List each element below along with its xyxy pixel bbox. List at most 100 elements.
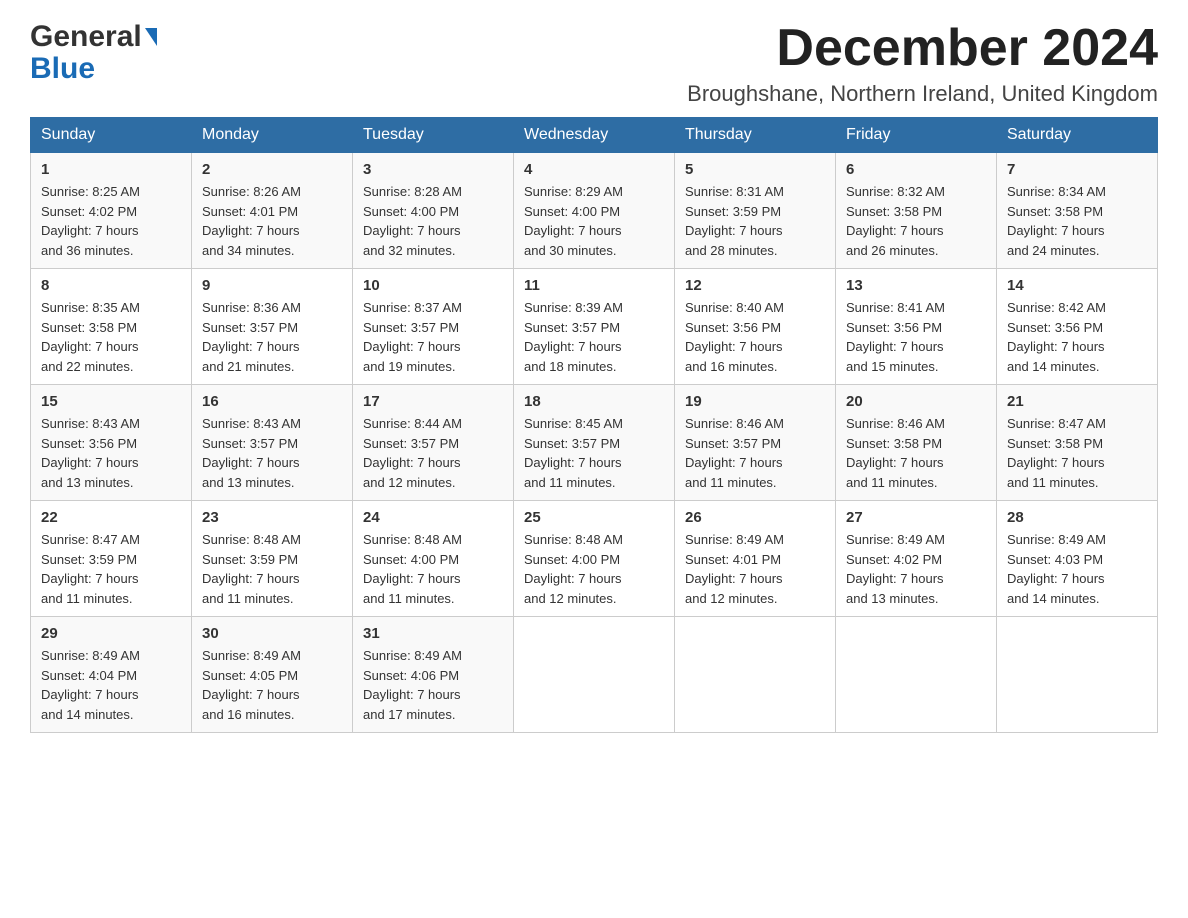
day-info: Sunrise: 8:45 AM Sunset: 3:57 PM Dayligh… xyxy=(524,414,664,492)
day-number: 31 xyxy=(363,625,503,642)
calendar-cell: 14 Sunrise: 8:42 AM Sunset: 3:56 PM Dayl… xyxy=(997,269,1158,385)
location-title: Broughshane, Northern Ireland, United Ki… xyxy=(687,81,1158,107)
calendar-cell: 23 Sunrise: 8:48 AM Sunset: 3:59 PM Dayl… xyxy=(192,501,353,617)
day-number: 20 xyxy=(846,393,986,410)
calendar-cell: 31 Sunrise: 8:49 AM Sunset: 4:06 PM Dayl… xyxy=(353,617,514,733)
calendar-cell: 6 Sunrise: 8:32 AM Sunset: 3:58 PM Dayli… xyxy=(836,153,997,269)
day-number: 8 xyxy=(41,277,181,294)
day-number: 17 xyxy=(363,393,503,410)
day-number: 16 xyxy=(202,393,342,410)
day-info: Sunrise: 8:49 AM Sunset: 4:03 PM Dayligh… xyxy=(1007,530,1147,608)
day-info: Sunrise: 8:46 AM Sunset: 3:57 PM Dayligh… xyxy=(685,414,825,492)
calendar-cell: 4 Sunrise: 8:29 AM Sunset: 4:00 PM Dayli… xyxy=(514,153,675,269)
day-info: Sunrise: 8:31 AM Sunset: 3:59 PM Dayligh… xyxy=(685,182,825,260)
day-info: Sunrise: 8:49 AM Sunset: 4:02 PM Dayligh… xyxy=(846,530,986,608)
day-number: 4 xyxy=(524,161,664,178)
calendar-week-row: 22 Sunrise: 8:47 AM Sunset: 3:59 PM Dayl… xyxy=(31,501,1158,617)
day-info: Sunrise: 8:44 AM Sunset: 3:57 PM Dayligh… xyxy=(363,414,503,492)
day-number: 21 xyxy=(1007,393,1147,410)
day-info: Sunrise: 8:48 AM Sunset: 3:59 PM Dayligh… xyxy=(202,530,342,608)
day-number: 19 xyxy=(685,393,825,410)
day-info: Sunrise: 8:47 AM Sunset: 3:59 PM Dayligh… xyxy=(41,530,181,608)
day-number: 13 xyxy=(846,277,986,294)
day-number: 11 xyxy=(524,277,664,294)
calendar-cell: 24 Sunrise: 8:48 AM Sunset: 4:00 PM Dayl… xyxy=(353,501,514,617)
calendar-cell xyxy=(514,617,675,733)
calendar-week-row: 29 Sunrise: 8:49 AM Sunset: 4:04 PM Dayl… xyxy=(31,617,1158,733)
day-info: Sunrise: 8:36 AM Sunset: 3:57 PM Dayligh… xyxy=(202,298,342,376)
calendar-cell: 26 Sunrise: 8:49 AM Sunset: 4:01 PM Dayl… xyxy=(675,501,836,617)
day-number: 3 xyxy=(363,161,503,178)
weekday-header-saturday: Saturday xyxy=(997,118,1158,153)
calendar-cell: 16 Sunrise: 8:43 AM Sunset: 3:57 PM Dayl… xyxy=(192,385,353,501)
logo-general-text: General xyxy=(30,20,157,54)
calendar-cell xyxy=(836,617,997,733)
day-info: Sunrise: 8:28 AM Sunset: 4:00 PM Dayligh… xyxy=(363,182,503,260)
month-title: December 2024 xyxy=(687,20,1158,77)
calendar-cell: 18 Sunrise: 8:45 AM Sunset: 3:57 PM Dayl… xyxy=(514,385,675,501)
day-info: Sunrise: 8:25 AM Sunset: 4:02 PM Dayligh… xyxy=(41,182,181,260)
calendar-cell: 11 Sunrise: 8:39 AM Sunset: 3:57 PM Dayl… xyxy=(514,269,675,385)
day-number: 23 xyxy=(202,509,342,526)
logo-triangle-icon xyxy=(145,28,157,46)
day-number: 22 xyxy=(41,509,181,526)
day-number: 12 xyxy=(685,277,825,294)
day-number: 15 xyxy=(41,393,181,410)
calendar-table: SundayMondayTuesdayWednesdayThursdayFrid… xyxy=(30,117,1158,733)
weekday-header-row: SundayMondayTuesdayWednesdayThursdayFrid… xyxy=(31,118,1158,153)
day-info: Sunrise: 8:29 AM Sunset: 4:00 PM Dayligh… xyxy=(524,182,664,260)
weekday-header-tuesday: Tuesday xyxy=(353,118,514,153)
day-number: 28 xyxy=(1007,509,1147,526)
calendar-cell: 30 Sunrise: 8:49 AM Sunset: 4:05 PM Dayl… xyxy=(192,617,353,733)
day-info: Sunrise: 8:26 AM Sunset: 4:01 PM Dayligh… xyxy=(202,182,342,260)
calendar-cell: 20 Sunrise: 8:46 AM Sunset: 3:58 PM Dayl… xyxy=(836,385,997,501)
day-number: 6 xyxy=(846,161,986,178)
day-info: Sunrise: 8:48 AM Sunset: 4:00 PM Dayligh… xyxy=(363,530,503,608)
day-info: Sunrise: 8:37 AM Sunset: 3:57 PM Dayligh… xyxy=(363,298,503,376)
day-info: Sunrise: 8:47 AM Sunset: 3:58 PM Dayligh… xyxy=(1007,414,1147,492)
day-number: 27 xyxy=(846,509,986,526)
day-number: 10 xyxy=(363,277,503,294)
logo: General Blue xyxy=(30,20,157,86)
day-number: 1 xyxy=(41,161,181,178)
day-info: Sunrise: 8:49 AM Sunset: 4:05 PM Dayligh… xyxy=(202,646,342,724)
weekday-header-wednesday: Wednesday xyxy=(514,118,675,153)
day-info: Sunrise: 8:49 AM Sunset: 4:06 PM Dayligh… xyxy=(363,646,503,724)
day-info: Sunrise: 8:49 AM Sunset: 4:04 PM Dayligh… xyxy=(41,646,181,724)
calendar-cell: 13 Sunrise: 8:41 AM Sunset: 3:56 PM Dayl… xyxy=(836,269,997,385)
day-number: 26 xyxy=(685,509,825,526)
calendar-cell xyxy=(997,617,1158,733)
calendar-cell xyxy=(675,617,836,733)
day-number: 30 xyxy=(202,625,342,642)
day-info: Sunrise: 8:49 AM Sunset: 4:01 PM Dayligh… xyxy=(685,530,825,608)
day-info: Sunrise: 8:34 AM Sunset: 3:58 PM Dayligh… xyxy=(1007,182,1147,260)
weekday-header-sunday: Sunday xyxy=(31,118,192,153)
day-number: 25 xyxy=(524,509,664,526)
weekday-header-monday: Monday xyxy=(192,118,353,153)
day-number: 5 xyxy=(685,161,825,178)
day-info: Sunrise: 8:35 AM Sunset: 3:58 PM Dayligh… xyxy=(41,298,181,376)
calendar-cell: 28 Sunrise: 8:49 AM Sunset: 4:03 PM Dayl… xyxy=(997,501,1158,617)
weekday-header-thursday: Thursday xyxy=(675,118,836,153)
calendar-cell: 21 Sunrise: 8:47 AM Sunset: 3:58 PM Dayl… xyxy=(997,385,1158,501)
calendar-cell: 9 Sunrise: 8:36 AM Sunset: 3:57 PM Dayli… xyxy=(192,269,353,385)
day-info: Sunrise: 8:32 AM Sunset: 3:58 PM Dayligh… xyxy=(846,182,986,260)
calendar-week-row: 15 Sunrise: 8:43 AM Sunset: 3:56 PM Dayl… xyxy=(31,385,1158,501)
page-header: General Blue December 2024 Broughshane, … xyxy=(30,20,1158,107)
day-info: Sunrise: 8:48 AM Sunset: 4:00 PM Dayligh… xyxy=(524,530,664,608)
day-number: 7 xyxy=(1007,161,1147,178)
day-number: 24 xyxy=(363,509,503,526)
day-info: Sunrise: 8:40 AM Sunset: 3:56 PM Dayligh… xyxy=(685,298,825,376)
calendar-cell: 5 Sunrise: 8:31 AM Sunset: 3:59 PM Dayli… xyxy=(675,153,836,269)
calendar-week-row: 1 Sunrise: 8:25 AM Sunset: 4:02 PM Dayli… xyxy=(31,153,1158,269)
calendar-cell: 19 Sunrise: 8:46 AM Sunset: 3:57 PM Dayl… xyxy=(675,385,836,501)
day-number: 14 xyxy=(1007,277,1147,294)
logo-blue-text: Blue xyxy=(30,52,157,86)
calendar-cell: 3 Sunrise: 8:28 AM Sunset: 4:00 PM Dayli… xyxy=(353,153,514,269)
calendar-cell: 17 Sunrise: 8:44 AM Sunset: 3:57 PM Dayl… xyxy=(353,385,514,501)
calendar-cell: 2 Sunrise: 8:26 AM Sunset: 4:01 PM Dayli… xyxy=(192,153,353,269)
calendar-cell: 8 Sunrise: 8:35 AM Sunset: 3:58 PM Dayli… xyxy=(31,269,192,385)
calendar-cell: 22 Sunrise: 8:47 AM Sunset: 3:59 PM Dayl… xyxy=(31,501,192,617)
day-info: Sunrise: 8:41 AM Sunset: 3:56 PM Dayligh… xyxy=(846,298,986,376)
day-number: 18 xyxy=(524,393,664,410)
